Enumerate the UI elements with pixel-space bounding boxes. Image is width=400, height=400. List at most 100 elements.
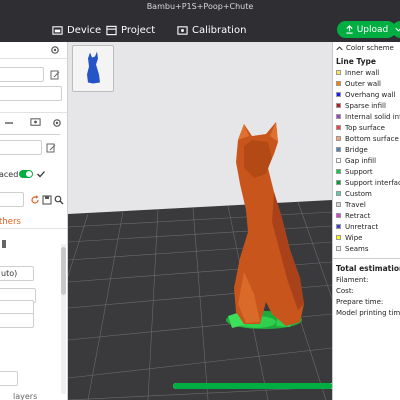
- legend-item[interactable]: Travel: [336, 199, 366, 210]
- advanced-toggle[interactable]: [19, 170, 33, 178]
- legend-swatch: [336, 213, 341, 218]
- line-type-label[interactable]: Line Type: [336, 57, 376, 66]
- color-scheme-header[interactable]: Color scheme: [333, 42, 400, 54]
- legend-item[interactable]: Unretract: [336, 221, 378, 232]
- minus-icon[interactable]: [4, 118, 14, 128]
- advanced-label: aced: [0, 170, 19, 179]
- 3d-viewport[interactable]: [68, 42, 332, 400]
- left-settings-panel: aced thers uto) layers: [0, 42, 68, 400]
- chevron-down-icon: [395, 27, 400, 32]
- tab-project-label: Project: [121, 24, 156, 36]
- legend-label: Overhang wall: [345, 90, 396, 99]
- divider: [0, 58, 67, 59]
- legend-label: Wipe: [345, 233, 363, 242]
- search-icon[interactable]: [54, 195, 64, 205]
- tab-project[interactable]: Project: [106, 21, 155, 39]
- reset-icon[interactable]: [30, 195, 40, 205]
- legend-label: Bottom surface: [345, 134, 399, 143]
- legend-swatch: [336, 103, 341, 108]
- legend-item[interactable]: Gap infill: [336, 155, 376, 166]
- tab-device[interactable]: Device: [52, 21, 101, 39]
- auto-value: uto): [1, 269, 18, 278]
- upload-label: Upload: [356, 24, 389, 35]
- legend-swatch: [336, 180, 341, 185]
- slicing-progress-fill: [173, 383, 332, 389]
- model-printing-time-label: Model printing time:: [336, 309, 400, 317]
- divider: [0, 112, 67, 113]
- edit-icon[interactable]: [50, 70, 60, 80]
- top-bar: Bambu+P1S+Poop+Chute Device Project Cali…: [0, 0, 400, 42]
- legend-label: Support interface: [345, 178, 400, 187]
- legend-item[interactable]: Custom: [336, 188, 372, 199]
- upload-icon: [346, 25, 353, 34]
- legend-swatch: [336, 81, 341, 86]
- cat-thumbnail-icon: [87, 51, 100, 84]
- calibration-icon: [177, 25, 188, 35]
- legend-item[interactable]: Retract: [336, 210, 370, 221]
- layers-field[interactable]: [0, 371, 18, 386]
- legend-swatch: [336, 169, 341, 174]
- legend-swatch: [336, 235, 341, 240]
- prepare-time-label: Prepare time:: [336, 298, 384, 306]
- option-field[interactable]: [0, 313, 34, 328]
- filament-label: Filament:: [336, 276, 369, 284]
- legend-label: Top surface: [345, 123, 385, 132]
- legend-swatch: [336, 125, 341, 130]
- legend-item[interactable]: Internal solid infill: [336, 111, 400, 122]
- settings-card-icon[interactable]: [30, 117, 41, 127]
- tab-others[interactable]: thers: [0, 217, 21, 227]
- legend-swatch: [336, 202, 341, 207]
- legend-swatch: [336, 147, 341, 152]
- legend-swatch: [336, 114, 341, 119]
- legend-label: Outer wall: [345, 79, 382, 88]
- legend-item[interactable]: Support interface: [336, 177, 400, 188]
- legend-label: Custom: [345, 189, 372, 198]
- legend-item[interactable]: Inner wall: [336, 67, 379, 78]
- legend-label: Seams: [345, 244, 369, 253]
- section-marker: [2, 240, 6, 248]
- legend-label: Gap infill: [345, 156, 377, 165]
- legend-item[interactable]: Wipe: [336, 232, 362, 243]
- scrollbar-thumb[interactable]: [61, 247, 66, 295]
- legend-swatch: [336, 224, 341, 229]
- legend-item[interactable]: Outer wall: [336, 78, 381, 89]
- plate-type-field[interactable]: [0, 86, 62, 101]
- checkmark-icon: [36, 169, 46, 179]
- printer-icon: [52, 25, 63, 35]
- divider: [0, 228, 67, 229]
- legend-label: Travel: [345, 200, 366, 209]
- legend-item[interactable]: Bridge: [336, 144, 368, 155]
- gear-icon[interactable]: [52, 118, 62, 128]
- save-icon[interactable]: [42, 195, 52, 205]
- search-field[interactable]: [0, 192, 24, 207]
- legend-swatch: [336, 158, 341, 163]
- estimation-title: Total estimation: [336, 264, 400, 273]
- legend-swatch: [336, 92, 341, 97]
- legend-item[interactable]: Overhang wall: [336, 89, 395, 100]
- slicing-progress-bar: [173, 383, 332, 389]
- legend-item[interactable]: Support: [336, 166, 373, 177]
- cost-label: Cost:: [336, 287, 354, 295]
- legend-swatch: [336, 191, 341, 196]
- layers-label: layers: [13, 392, 38, 400]
- tab-calibration[interactable]: Calibration: [177, 21, 246, 39]
- legend-label: Internal solid infill: [345, 112, 400, 121]
- upload-button[interactable]: Upload: [337, 21, 396, 38]
- gear-icon[interactable]: [50, 45, 60, 55]
- legend-item[interactable]: Top surface: [336, 122, 385, 133]
- filament-field[interactable]: [0, 67, 44, 82]
- window-title: Bambu+P1S+Poop+Chute: [146, 2, 254, 11]
- legend-swatch: [336, 136, 341, 141]
- legend-item[interactable]: Seams: [336, 243, 369, 254]
- tab-calibration-label: Calibration: [192, 24, 247, 36]
- legend-item[interactable]: Sparse infill: [336, 100, 386, 111]
- total-estimation-box: Total estimation Filament: Cost: Prepare…: [333, 258, 400, 400]
- plate-thumbnail[interactable]: [72, 45, 114, 92]
- legend-label: Retract: [345, 211, 371, 220]
- build-plate-scene: [68, 122, 332, 400]
- legend-swatch: [336, 70, 341, 75]
- legend-item[interactable]: Bottom surface: [336, 133, 399, 144]
- legend-label: Bridge: [345, 145, 368, 154]
- edit-icon[interactable]: [46, 143, 56, 153]
- preset-field[interactable]: [0, 140, 42, 155]
